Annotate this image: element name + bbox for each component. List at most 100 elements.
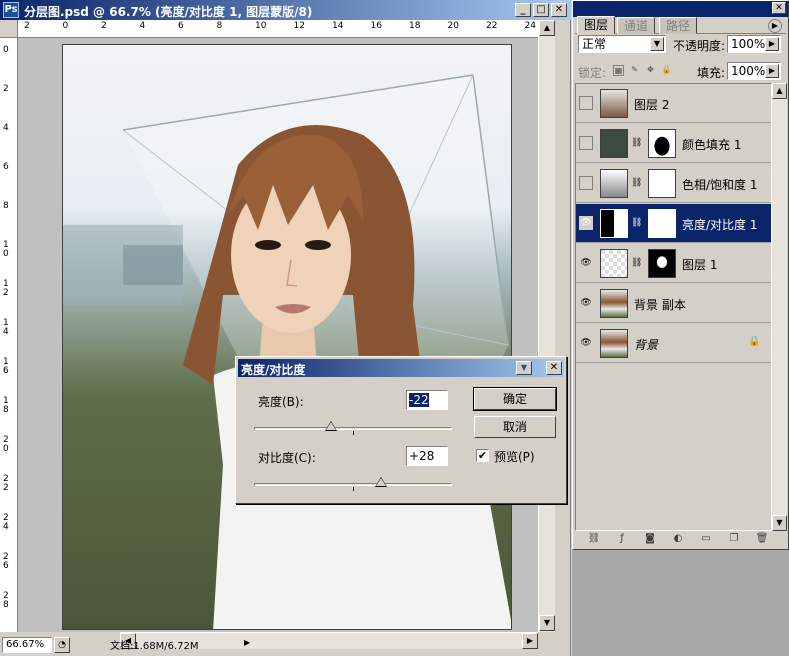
preview-checkbox[interactable]: ✔ xyxy=(476,449,489,462)
tab-channels[interactable]: 通道 xyxy=(617,17,656,34)
tab-paths[interactable]: 路径 xyxy=(659,17,698,34)
ruler-h-label: 2 xyxy=(24,21,30,31)
brightness-input[interactable]: -22 xyxy=(406,390,448,410)
photoshop-document-icon: Ps xyxy=(3,2,19,18)
tab-layers[interactable]: 图层 xyxy=(577,16,616,34)
visibility-toggle[interactable] xyxy=(579,176,593,190)
visibility-toggle[interactable] xyxy=(579,136,593,150)
scroll-up-button[interactable]: ▲ xyxy=(772,83,787,99)
ruler-h-label: 14 xyxy=(332,21,344,31)
brightness-slider-thumb[interactable] xyxy=(325,421,338,431)
layer-row[interactable]: 图层 2 xyxy=(576,84,771,123)
ruler-v-label: 2 6 xyxy=(3,552,9,571)
contrast-slider-thumb[interactable] xyxy=(374,477,387,487)
panel-close-button[interactable]: ✕ xyxy=(772,2,786,14)
layer-mask-thumbnail xyxy=(648,209,676,238)
ok-button[interactable]: 确定 xyxy=(473,387,557,411)
canvas-area[interactable] xyxy=(18,38,538,632)
chain-link-icon[interactable]: ⛓ xyxy=(631,258,642,268)
fill-layer-thumbnail xyxy=(600,129,628,158)
panel-titlebar[interactable]: ✕ xyxy=(573,1,788,17)
layers-list: 图层 2 ⛓ 颜色填充 1 ⛓ 色相/饱和度 1 👁 ⛓ 亮度/对比度 1 👁 … xyxy=(575,83,772,531)
layer-row[interactable]: ⛓ 色相/饱和度 1 xyxy=(576,164,771,203)
blend-mode-select[interactable]: 正常 ▼ xyxy=(578,35,666,53)
layer-row[interactable]: 👁 背景 副本 xyxy=(576,284,771,323)
brightness-contrast-dialog: 亮度/对比度 ▼ ✕ 亮度(B): -22 对比度(C): +28 确定 取消 … xyxy=(235,356,567,504)
layers-panel: ✕ 图层 通道 路径 ▶ 正常 ▼ 不透明度: 100% ▶ 锁定: ▦ ✎ ✥… xyxy=(572,0,789,550)
contrast-input[interactable]: +28 xyxy=(406,446,448,466)
layer-row[interactable]: 👁 ⛓ 图层 1 xyxy=(576,244,771,283)
layer-mask-thumbnail xyxy=(648,169,676,198)
layer-style-icon[interactable]: ƒ xyxy=(615,533,629,545)
ruler-h-label: 10 xyxy=(255,21,267,31)
lock-label: 锁定: xyxy=(578,66,607,80)
add-mask-icon[interactable]: ◙ xyxy=(643,533,657,545)
link-layers-icon[interactable]: ⛓ xyxy=(587,533,601,545)
ruler-h-label: 24 xyxy=(524,21,536,31)
chain-link-icon[interactable]: ⛓ xyxy=(631,178,642,188)
layer-name: 图层 1 xyxy=(682,258,718,272)
eye-icon[interactable]: 👁 xyxy=(579,256,593,270)
new-group-folder-icon[interactable]: ▭ xyxy=(699,533,713,545)
ruler-v-label: 1 8 xyxy=(3,396,9,415)
scroll-down-button[interactable]: ▼ xyxy=(539,615,555,631)
new-layer-icon[interactable]: ❐ xyxy=(727,533,741,545)
ruler-v-label: 1 4 xyxy=(3,318,9,337)
eye-icon[interactable]: 👁 xyxy=(579,296,593,310)
fill-label: 填充: xyxy=(697,66,726,80)
status-info-icon[interactable]: ◔ xyxy=(54,637,70,653)
zoom-input[interactable]: 66.67% xyxy=(2,637,52,653)
blend-mode-value: 正常 xyxy=(582,37,607,51)
scroll-up-button[interactable]: ▲ xyxy=(539,20,555,36)
scroll-down-button[interactable]: ▼ xyxy=(772,515,787,531)
document-titlebar[interactable]: Ps 分层图.psd @ 66.7% (亮度/对比度 1, 图层蒙版/8) _ … xyxy=(0,0,571,20)
dialog-title: 亮度/对比度 xyxy=(241,363,306,377)
preview-label: 预览(P) xyxy=(494,450,535,464)
lock-position-move-icon[interactable]: ✥ xyxy=(645,65,656,76)
ruler-origin[interactable] xyxy=(0,20,18,38)
photo-canvas[interactable] xyxy=(62,44,512,630)
maximize-button[interactable]: □ xyxy=(533,3,549,17)
eye-icon[interactable]: 👁 xyxy=(579,336,593,350)
ruler-v-label: 0 xyxy=(3,45,9,55)
lock-image-brush-icon[interactable]: ✎ xyxy=(629,65,640,76)
layers-scrollbar[interactable]: ▲ ▼ xyxy=(772,83,787,531)
fill-input[interactable]: 100% ▶ xyxy=(727,62,781,80)
panel-tabs: 图层 通道 路径 xyxy=(575,16,786,34)
contrast-slider[interactable] xyxy=(254,483,452,486)
layer-thumbnail xyxy=(600,289,628,318)
ruler-h-label: 20 xyxy=(447,21,459,31)
trash-icon[interactable]: 🗑 xyxy=(755,533,769,545)
dialog-titlebar[interactable]: 亮度/对比度 ▼ ✕ xyxy=(238,359,564,377)
adjustment-layer-thumbnail xyxy=(600,169,628,198)
layer-row[interactable]: ⛓ 颜色填充 1 xyxy=(576,124,771,163)
layer-mask-thumbnail xyxy=(648,249,676,278)
dialog-menu-icon[interactable]: ▼ xyxy=(516,361,532,375)
layer-row-active[interactable]: 👁 ⛓ 亮度/对比度 1 xyxy=(576,204,771,243)
lock-transparent-icon[interactable]: ▦ xyxy=(613,65,624,76)
ruler-v-label: 2 2 xyxy=(3,474,9,493)
vertical-scrollbar[interactable]: ▲ ▼ xyxy=(538,20,555,632)
chain-link-icon[interactable]: ⛓ xyxy=(631,218,642,228)
horizontal-ruler[interactable]: 2 0 2 4 6 8 10 12 14 16 18 20 22 24 xyxy=(18,20,538,38)
vertical-ruler[interactable]: 0 2 4 6 8 1 0 1 2 1 4 1 6 1 8 2 0 2 2 2 4 2 6 2 8 xyxy=(0,38,18,632)
scroll-right-button[interactable]: ▶ xyxy=(522,633,538,649)
new-adjustment-layer-icon[interactable]: ◐ xyxy=(671,533,685,545)
fill-value: 100% xyxy=(731,64,766,78)
eye-icon[interactable]: 👁 xyxy=(579,216,593,230)
brightness-slider[interactable] xyxy=(254,427,452,430)
layer-mask-thumbnail xyxy=(648,129,676,158)
visibility-toggle[interactable] xyxy=(579,96,593,110)
status-menu-arrow-icon[interactable]: ▶ xyxy=(244,638,250,647)
close-button[interactable]: ✕ xyxy=(551,3,567,17)
panel-menu-icon[interactable]: ▶ xyxy=(768,19,782,33)
lock-all-icon[interactable]: 🔒 xyxy=(661,65,672,76)
layer-row[interactable]: 👁 背景 🔒 xyxy=(576,324,771,363)
contrast-label: 对比度(C): xyxy=(258,451,316,465)
chain-link-icon[interactable]: ⛓ xyxy=(631,138,642,148)
cancel-button[interactable]: 取消 xyxy=(474,416,556,438)
opacity-input[interactable]: 100% ▶ xyxy=(727,35,781,53)
ruler-h-label: 12 xyxy=(293,21,305,31)
dialog-close-button[interactable]: ✕ xyxy=(546,361,562,375)
minimize-button[interactable]: _ xyxy=(515,3,531,17)
